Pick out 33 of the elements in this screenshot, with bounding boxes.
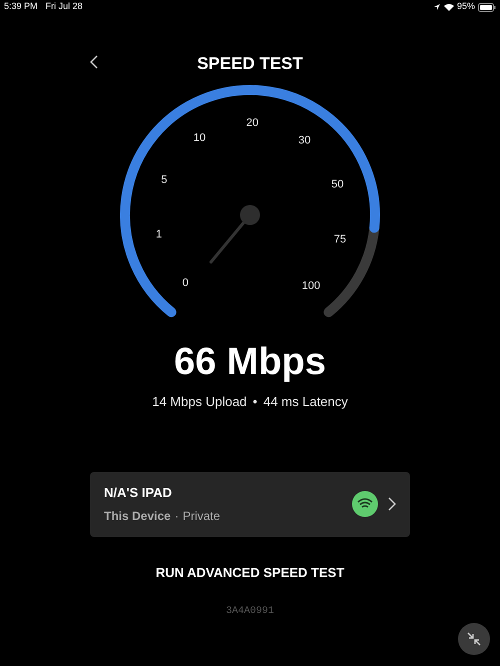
minimize-button[interactable] [458,623,490,655]
gauge-label: 10 [193,132,206,144]
wifi-icon [352,491,378,517]
upload-speed: 14 Mbps Upload [152,393,247,411]
advanced-test-button[interactable]: RUN ADVANCED SPEED TEST [156,562,344,582]
gauge-label: 30 [298,134,311,147]
collapse-icon [467,632,481,646]
gauge-needle [210,205,260,264]
gauge-label: 5 [161,174,168,186]
location-icon [432,3,441,11]
gauge-label: 1 [156,228,162,241]
gauge-label: 50 [331,178,344,191]
gauge-label: 20 [246,117,259,130]
device-name: N/A'S IPAD [104,484,173,502]
gauge-label: 100 [302,280,320,292]
battery-percent: 95% [456,0,475,14]
latency: 44 ms Latency [263,393,348,411]
status-date: Fri Jul 28 [46,0,83,14]
gauge-label: 0 [182,276,188,289]
status-time: 5:39 PM [4,0,38,14]
wifi-icon [444,3,454,11]
battery-icon [478,2,496,12]
device-card[interactable]: N/A'S IPAD This Device · Private [90,472,410,536]
network-type: Private [182,508,220,526]
gauge-label: 75 [334,233,346,246]
back-icon [90,55,98,69]
separator-dot: • [252,393,258,411]
device-code: 3A4A0991 [226,605,274,619]
download-speed: 66 Mbps [174,340,326,384]
chevron-right-icon [388,497,396,511]
page-title: SPEED TEST [197,53,303,75]
separator-dot: · [174,508,179,526]
device-type: This Device [104,508,171,526]
